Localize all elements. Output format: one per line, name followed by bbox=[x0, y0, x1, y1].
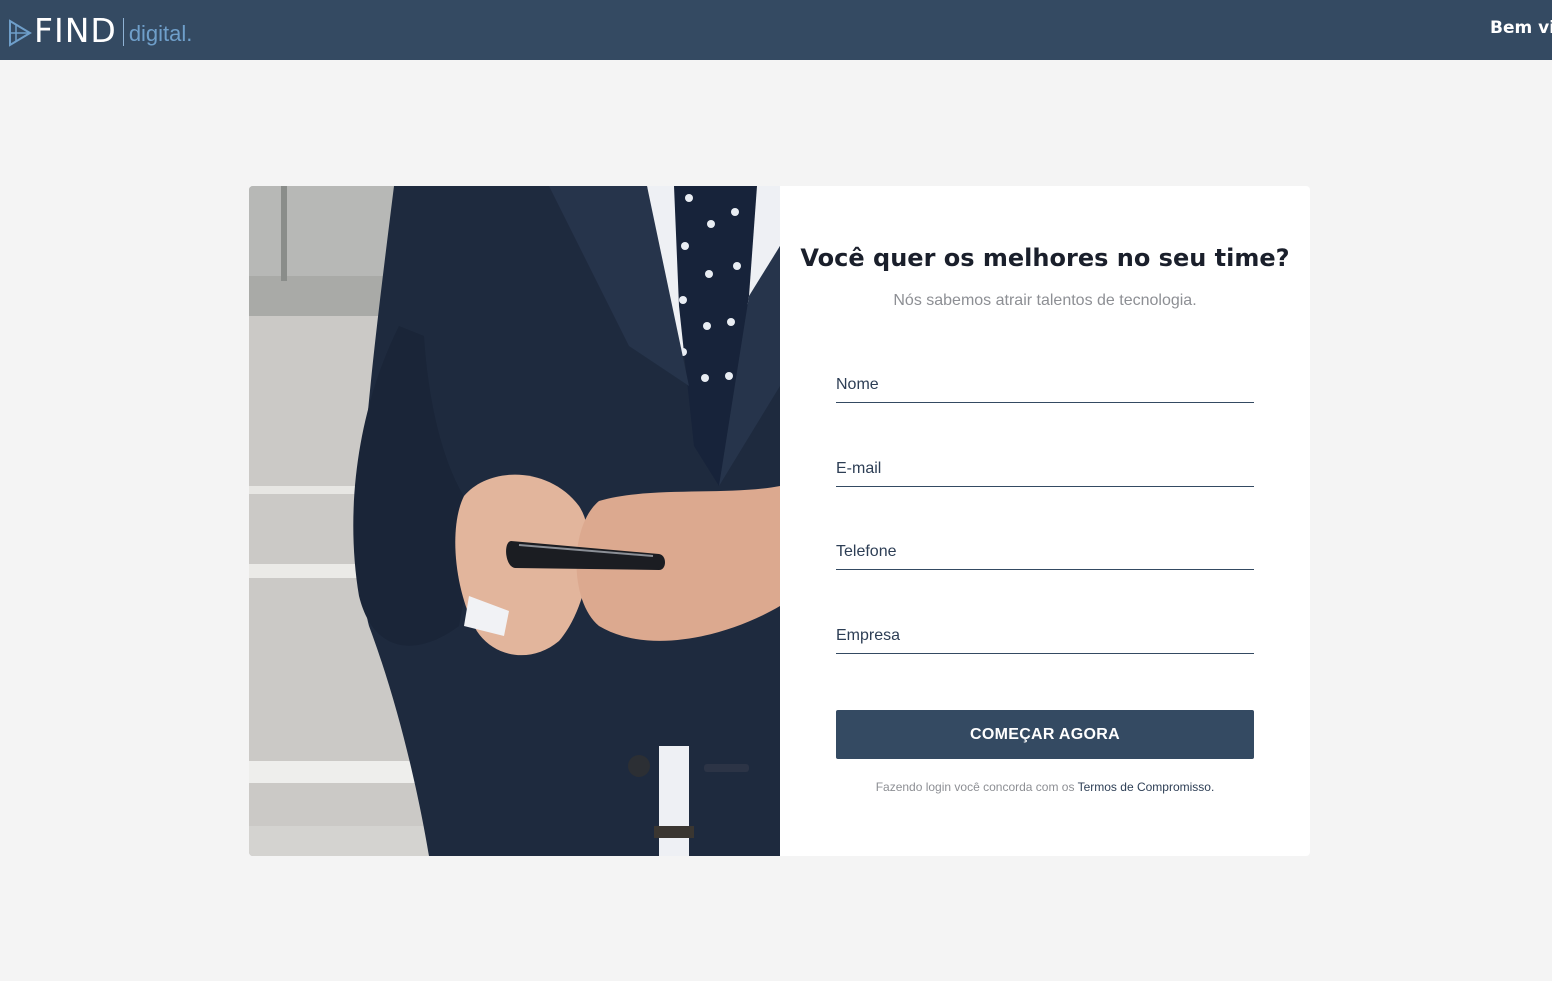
logo-digital-text: digital. bbox=[128, 21, 193, 46]
find-digital-logo[interactable]: FIND digital. bbox=[8, 12, 192, 48]
top-navbar: FIND digital. Bem vindo bbox=[0, 0, 1552, 60]
signup-form-panel: Você quer os melhores no seu time? Nós s… bbox=[780, 186, 1310, 856]
terms-link[interactable]: Termos de Compromisso. bbox=[1078, 780, 1215, 794]
name-field-wrapper bbox=[836, 363, 1254, 403]
terms-notice: Fazendo login você concorda com os Termo… bbox=[780, 780, 1310, 794]
hero-image bbox=[249, 186, 780, 856]
email-input[interactable] bbox=[836, 447, 1254, 487]
logo-divider bbox=[122, 18, 124, 46]
company-field-wrapper bbox=[836, 614, 1254, 654]
name-input[interactable] bbox=[836, 363, 1254, 403]
welcome-text: Bem vindo bbox=[1490, 18, 1552, 38]
start-now-button[interactable]: COMEÇAR AGORA bbox=[836, 710, 1254, 759]
businessman-phone-photo bbox=[249, 186, 780, 856]
company-input[interactable] bbox=[836, 614, 1254, 654]
phone-input[interactable] bbox=[836, 530, 1254, 570]
logo-mark-icon bbox=[9, 19, 32, 47]
email-field-wrapper bbox=[836, 447, 1254, 487]
page-subtitle: Nós sabemos atrair talentos de tecnologi… bbox=[893, 292, 1197, 309]
terms-prefix-text: Fazendo login você concorda com os bbox=[875, 780, 1078, 794]
page-title: Você quer os melhores no seu time? bbox=[800, 244, 1290, 272]
signup-card: Você quer os melhores no seu time? Nós s… bbox=[249, 186, 1310, 856]
logo-find-text: FIND bbox=[34, 11, 117, 50]
phone-field-wrapper bbox=[836, 530, 1254, 570]
